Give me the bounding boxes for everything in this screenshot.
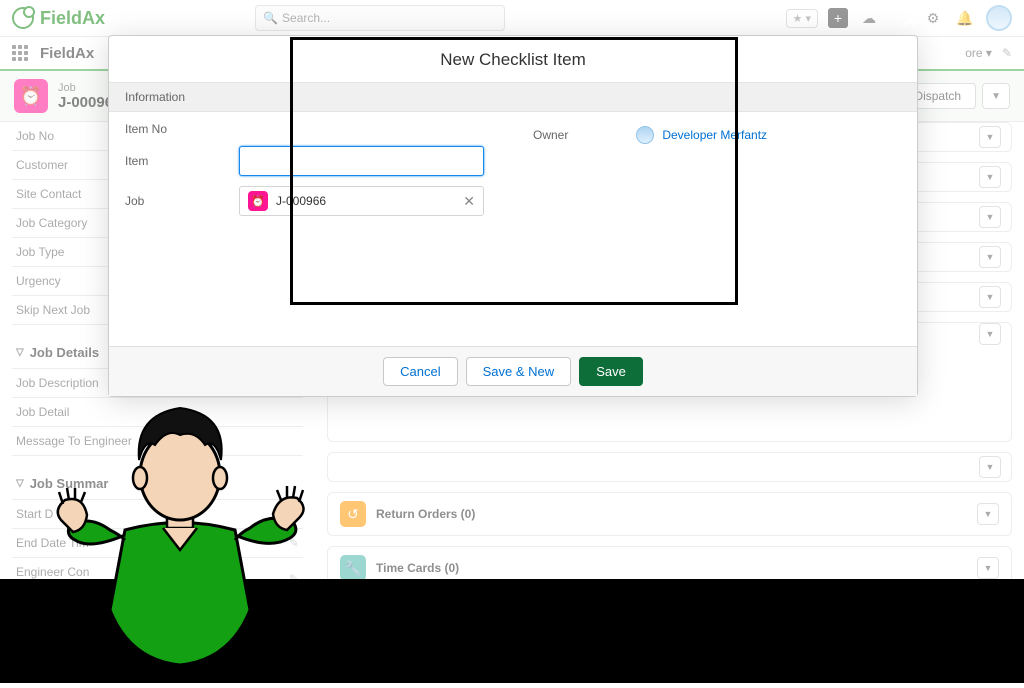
label-item-no: Item No (125, 122, 225, 136)
modal-title: New Checklist Item (109, 36, 917, 82)
clear-job-icon[interactable]: ✕ (463, 193, 475, 210)
cancel-button[interactable]: Cancel (383, 357, 457, 386)
label-job: Job (125, 194, 225, 208)
job-lookup[interactable]: ⏰ J-000966 ✕ (239, 186, 484, 216)
cartoon-person (55, 400, 305, 683)
owner-link[interactable]: Developer Merfantz (662, 128, 767, 142)
new-checklist-modal: New Checklist Item Information Item No I… (108, 35, 918, 397)
section-information: Information (109, 82, 917, 112)
job-pill-icon: ⏰ (248, 191, 268, 211)
item-input[interactable] (239, 146, 484, 176)
close-icon[interactable]: ✕ (901, 8, 918, 33)
save-and-new-button[interactable]: Save & New (466, 357, 572, 386)
label-owner: Owner (533, 128, 568, 142)
label-item: Item (125, 154, 225, 168)
owner-avatar-icon (636, 126, 654, 144)
save-button[interactable]: Save (579, 357, 643, 386)
job-pill-value: J-000966 (276, 194, 455, 208)
